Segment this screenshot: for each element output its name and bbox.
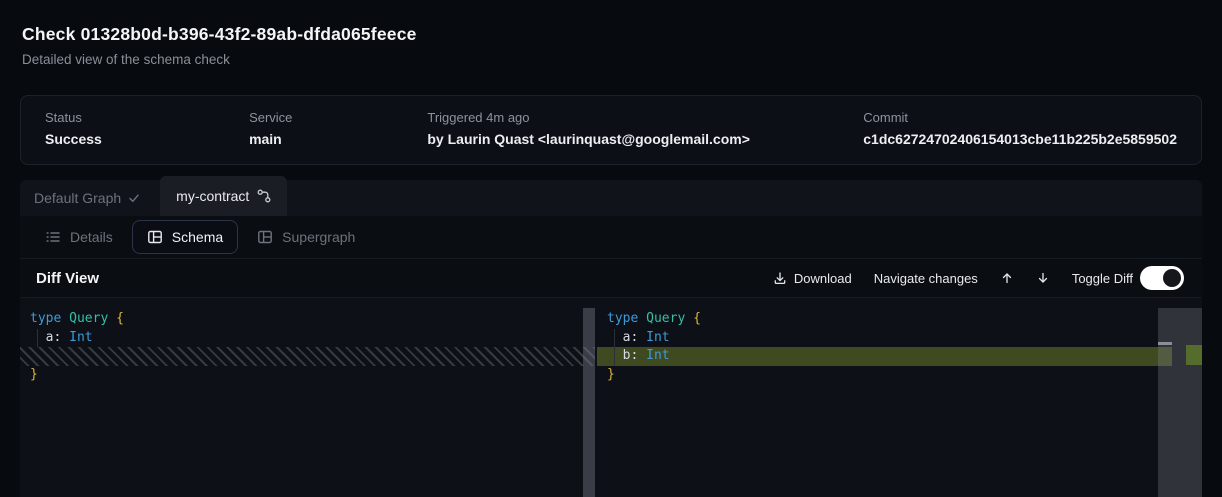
tab-supergraph-label: Supergraph	[282, 229, 355, 245]
tab-details-label: Details	[70, 229, 113, 245]
tab-schema[interactable]: Schema	[132, 220, 238, 254]
my-contract-label: my-contract	[176, 188, 249, 204]
diff-pane-after: type Query { a: Int b: Int}	[597, 298, 1202, 497]
download-label: Download	[794, 271, 852, 286]
code-token	[108, 311, 116, 326]
tab-schema-label: Schema	[172, 229, 223, 245]
summary-triggered: Triggered 4m ago by Laurin Quast <laurin…	[427, 110, 863, 150]
graph-tab-strip: Default Graph my-contract	[20, 180, 1202, 216]
arrow-down-icon	[1036, 271, 1050, 285]
check-summary-card: Status Success Service main Triggered 4m…	[20, 95, 1202, 165]
code-token: Query	[646, 311, 685, 326]
next-change-button[interactable]	[1036, 271, 1050, 285]
status-label: Status	[45, 110, 249, 125]
code-token	[61, 311, 69, 326]
commit-label: Commit	[863, 110, 1177, 125]
service-label: Service	[249, 110, 427, 125]
status-value: Success	[45, 131, 249, 147]
page-title: Check 01328b0d-b396-43f2-89ab-dfda065fee…	[22, 24, 417, 45]
code-line: }	[20, 366, 595, 385]
toggle-diff-control: Toggle Diff	[1072, 266, 1184, 290]
code-after: type Query { a: Int b: Int}	[597, 298, 1202, 384]
code-line: type Query {	[20, 310, 595, 329]
previous-change-button[interactable]	[1000, 271, 1014, 285]
download-button[interactable]: Download	[773, 271, 852, 286]
code-token: type	[30, 311, 61, 326]
arrow-up-icon	[1000, 271, 1014, 285]
code-token: a:	[30, 330, 69, 345]
switch-knob	[1163, 269, 1181, 287]
panels-icon	[147, 229, 163, 245]
code-token	[638, 311, 646, 326]
view-tab-bar: Details Schema Supergraph	[20, 216, 1202, 258]
indent-guide	[614, 329, 615, 366]
diff-pane-before: type Query { a: Int}	[20, 298, 595, 497]
triggered-label: Triggered 4m ago	[427, 110, 863, 125]
summary-status: Status Success	[45, 110, 249, 150]
code-token: }	[607, 367, 615, 382]
code-token: Int	[646, 348, 669, 363]
tab-my-contract[interactable]: my-contract	[160, 176, 287, 216]
code-token: Int	[69, 330, 92, 345]
overview-ruler-added-marker	[1186, 345, 1202, 365]
code-before: type Query { a: Int}	[20, 298, 595, 384]
code-token: Query	[69, 311, 108, 326]
code-line: a: Int	[20, 329, 595, 348]
panels-icon	[257, 229, 273, 245]
code-token: b:	[607, 348, 646, 363]
code-line: a: Int	[597, 329, 1202, 348]
code-token: a:	[607, 330, 646, 345]
commit-value: c1dc62724702406154013cbe11b225b2e5859502	[863, 131, 1177, 147]
toggle-diff-label: Toggle Diff	[1072, 271, 1133, 286]
tab-default-graph[interactable]: Default Graph	[20, 180, 154, 216]
left-scrollbar[interactable]	[583, 308, 595, 497]
code-token	[685, 311, 693, 326]
summary-commit: Commit c1dc62724702406154013cbe11b225b2e…	[863, 110, 1177, 150]
download-icon	[773, 271, 787, 285]
triggered-value: by Laurin Quast <laurinquast@googlemail.…	[427, 131, 863, 147]
default-graph-label: Default Graph	[34, 190, 121, 206]
removed-line-placeholder	[20, 347, 595, 366]
page-header: Check 01328b0d-b396-43f2-89ab-dfda065fee…	[22, 24, 417, 67]
list-icon	[45, 229, 61, 245]
minimap-slider-tick	[1158, 342, 1172, 345]
check-detail-card: Details Schema Supergraph Diff View Down…	[20, 216, 1202, 497]
right-scrollbar-minimap[interactable]	[1158, 308, 1202, 497]
code-token: {	[116, 311, 124, 326]
code-token: {	[693, 311, 701, 326]
code-token: Int	[646, 330, 669, 345]
service-value: main	[249, 131, 427, 147]
summary-service: Service main	[249, 110, 427, 150]
navigate-changes-label: Navigate changes	[874, 271, 978, 286]
tab-supergraph[interactable]: Supergraph	[242, 220, 370, 254]
tab-details[interactable]: Details	[30, 220, 128, 254]
code-line: type Query {	[597, 310, 1202, 329]
code-token: }	[30, 367, 38, 382]
code-token: type	[607, 311, 638, 326]
toggle-diff-switch[interactable]	[1140, 266, 1184, 290]
route-icon	[257, 189, 271, 203]
code-line: }	[597, 366, 1202, 385]
schema-diff-editor: type Query { a: Int} + type Query { a: I…	[20, 297, 1202, 497]
diff-controls: Download Navigate changes Toggle Diff	[773, 266, 1184, 290]
added-code-line: b: Int	[597, 347, 1172, 366]
diff-toolbar: Diff View Download Navigate changes	[20, 258, 1202, 297]
indent-guide	[37, 329, 38, 347]
page-subtitle: Detailed view of the schema check	[22, 52, 417, 67]
check-icon	[128, 192, 140, 204]
diff-view-title: Diff View	[36, 270, 99, 287]
